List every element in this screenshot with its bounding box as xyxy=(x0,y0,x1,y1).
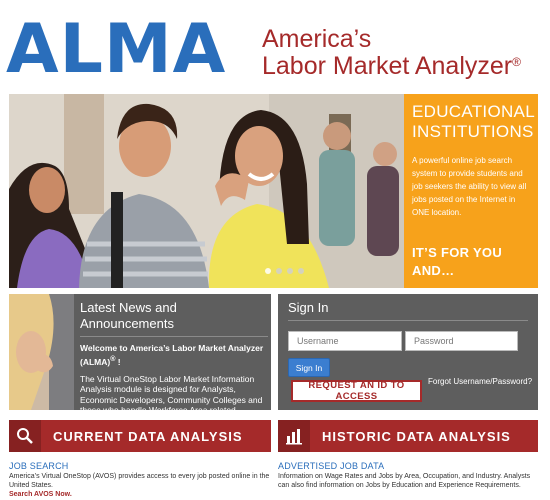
search-avos-link[interactable]: Search AVOS Now. xyxy=(9,491,271,500)
username-input[interactable] xyxy=(288,331,402,351)
carousel-dot-2[interactable] xyxy=(276,268,282,274)
bar-chart-icon xyxy=(278,420,310,452)
advertised-job-data-text: Information on Wage Rates and Jobs by Ar… xyxy=(278,473,531,489)
hero-banner[interactable]: EDUCATIONAL INSTITUTIONS A powerful onli… xyxy=(9,94,538,288)
forgot-credentials-link[interactable]: Forgot Username/Password? xyxy=(428,377,532,386)
registered-mark: ® xyxy=(512,55,521,69)
password-input[interactable] xyxy=(405,331,518,351)
request-access-button[interactable]: REQUEST AN ID TO ACCESS xyxy=(291,380,422,402)
news-panel: Latest News and Announcements Welcome to… xyxy=(9,294,271,426)
current-data-analysis-bar[interactable]: CURRENT DATA ANALYSIS xyxy=(9,420,271,452)
alma-logo[interactable]: ALMA xyxy=(6,16,226,84)
carousel-dot-1[interactable] xyxy=(265,268,271,274)
hero-cta[interactable]: IT’S FOR YOU AND… xyxy=(412,244,502,280)
advertised-job-data-title[interactable]: ADVERTISED JOB DATA xyxy=(278,461,540,472)
job-search-section: JOB SEARCH America’s Virtual OneStop (AV… xyxy=(9,461,271,500)
tagline-line1: America’s xyxy=(262,25,372,53)
tagline-line2: Labor Market Analyzer xyxy=(262,52,513,80)
search-icon xyxy=(9,420,41,452)
hero-panel[interactable]: EDUCATIONAL INSTITUTIONS A powerful onli… xyxy=(404,94,538,288)
hero-title-line1: EDUCATIONAL xyxy=(412,102,535,121)
site-tagline: America’s Labor Market Analyzer® xyxy=(262,26,521,80)
hero-description: A powerful online job search system to p… xyxy=(412,156,527,217)
current-data-analysis-label: CURRENT DATA ANALYSIS xyxy=(53,428,243,444)
news-subheading-end: ! xyxy=(115,356,121,367)
job-search-text: America’s Virtual OneStop (AVOS) provide… xyxy=(9,473,270,489)
job-search-title[interactable]: JOB SEARCH xyxy=(9,461,271,472)
signin-button[interactable]: Sign In xyxy=(288,358,330,377)
news-heading: Latest News and Announcements xyxy=(80,300,268,337)
advertised-job-data-section: ADVERTISED JOB DATA Information on Wage … xyxy=(278,461,540,490)
signin-panel: Sign In Sign In REQUEST AN ID TO ACCESS … xyxy=(278,294,538,410)
hero-title: EDUCATIONAL INSTITUTIONS xyxy=(412,102,535,142)
hero-cta-line1: IT’S FOR YOU xyxy=(412,245,503,260)
news-body: The Virtual OneStop Labor Market Informa… xyxy=(80,373,263,426)
news-content: Latest News and Announcements Welcome to… xyxy=(80,300,268,426)
carousel-dot-4[interactable] xyxy=(298,268,304,274)
carousel-dot-3[interactable] xyxy=(287,268,293,274)
news-subheading-text: Welcome to America’s Labor Market Analyz… xyxy=(80,343,264,367)
students-photo xyxy=(9,94,404,288)
hero-cta-line2: AND… xyxy=(412,263,455,278)
news-subheading[interactable]: Welcome to America’s Labor Market Analyz… xyxy=(80,343,268,368)
carousel-indicators xyxy=(265,268,304,274)
historic-data-analysis-bar[interactable]: HISTORIC DATA ANALYSIS xyxy=(278,420,538,452)
historic-data-analysis-label: HISTORIC DATA ANALYSIS xyxy=(322,428,511,444)
woman-whispering-photo xyxy=(9,294,74,410)
signin-title: Sign In xyxy=(288,300,528,321)
hero-title-line2: INSTITUTIONS xyxy=(412,122,534,141)
